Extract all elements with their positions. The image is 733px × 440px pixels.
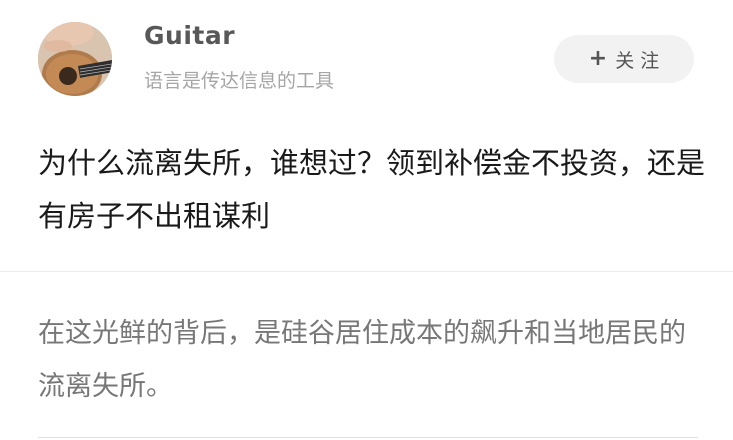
follow-button-label: 关 注 [615,49,660,72]
follow-button[interactable]: + 关 注 [554,35,694,83]
author-name[interactable]: Guitar [144,21,235,50]
post-title[interactable]: 为什么流离失所，谁想过？领到补偿金不投资，还是有房子不出租谋利 [38,137,708,243]
plus-icon: + [588,46,608,71]
guitar-photo-icon [38,22,112,96]
author-bio: 语言是传达信息的工具 [144,70,335,92]
bottom-divider [38,437,698,438]
divider [0,271,733,272]
author-avatar[interactable] [38,22,112,96]
post-excerpt[interactable]: 在这光鲜的背后，是硅谷居住成本的飙升和当地居民的流离失所。 [38,307,708,413]
